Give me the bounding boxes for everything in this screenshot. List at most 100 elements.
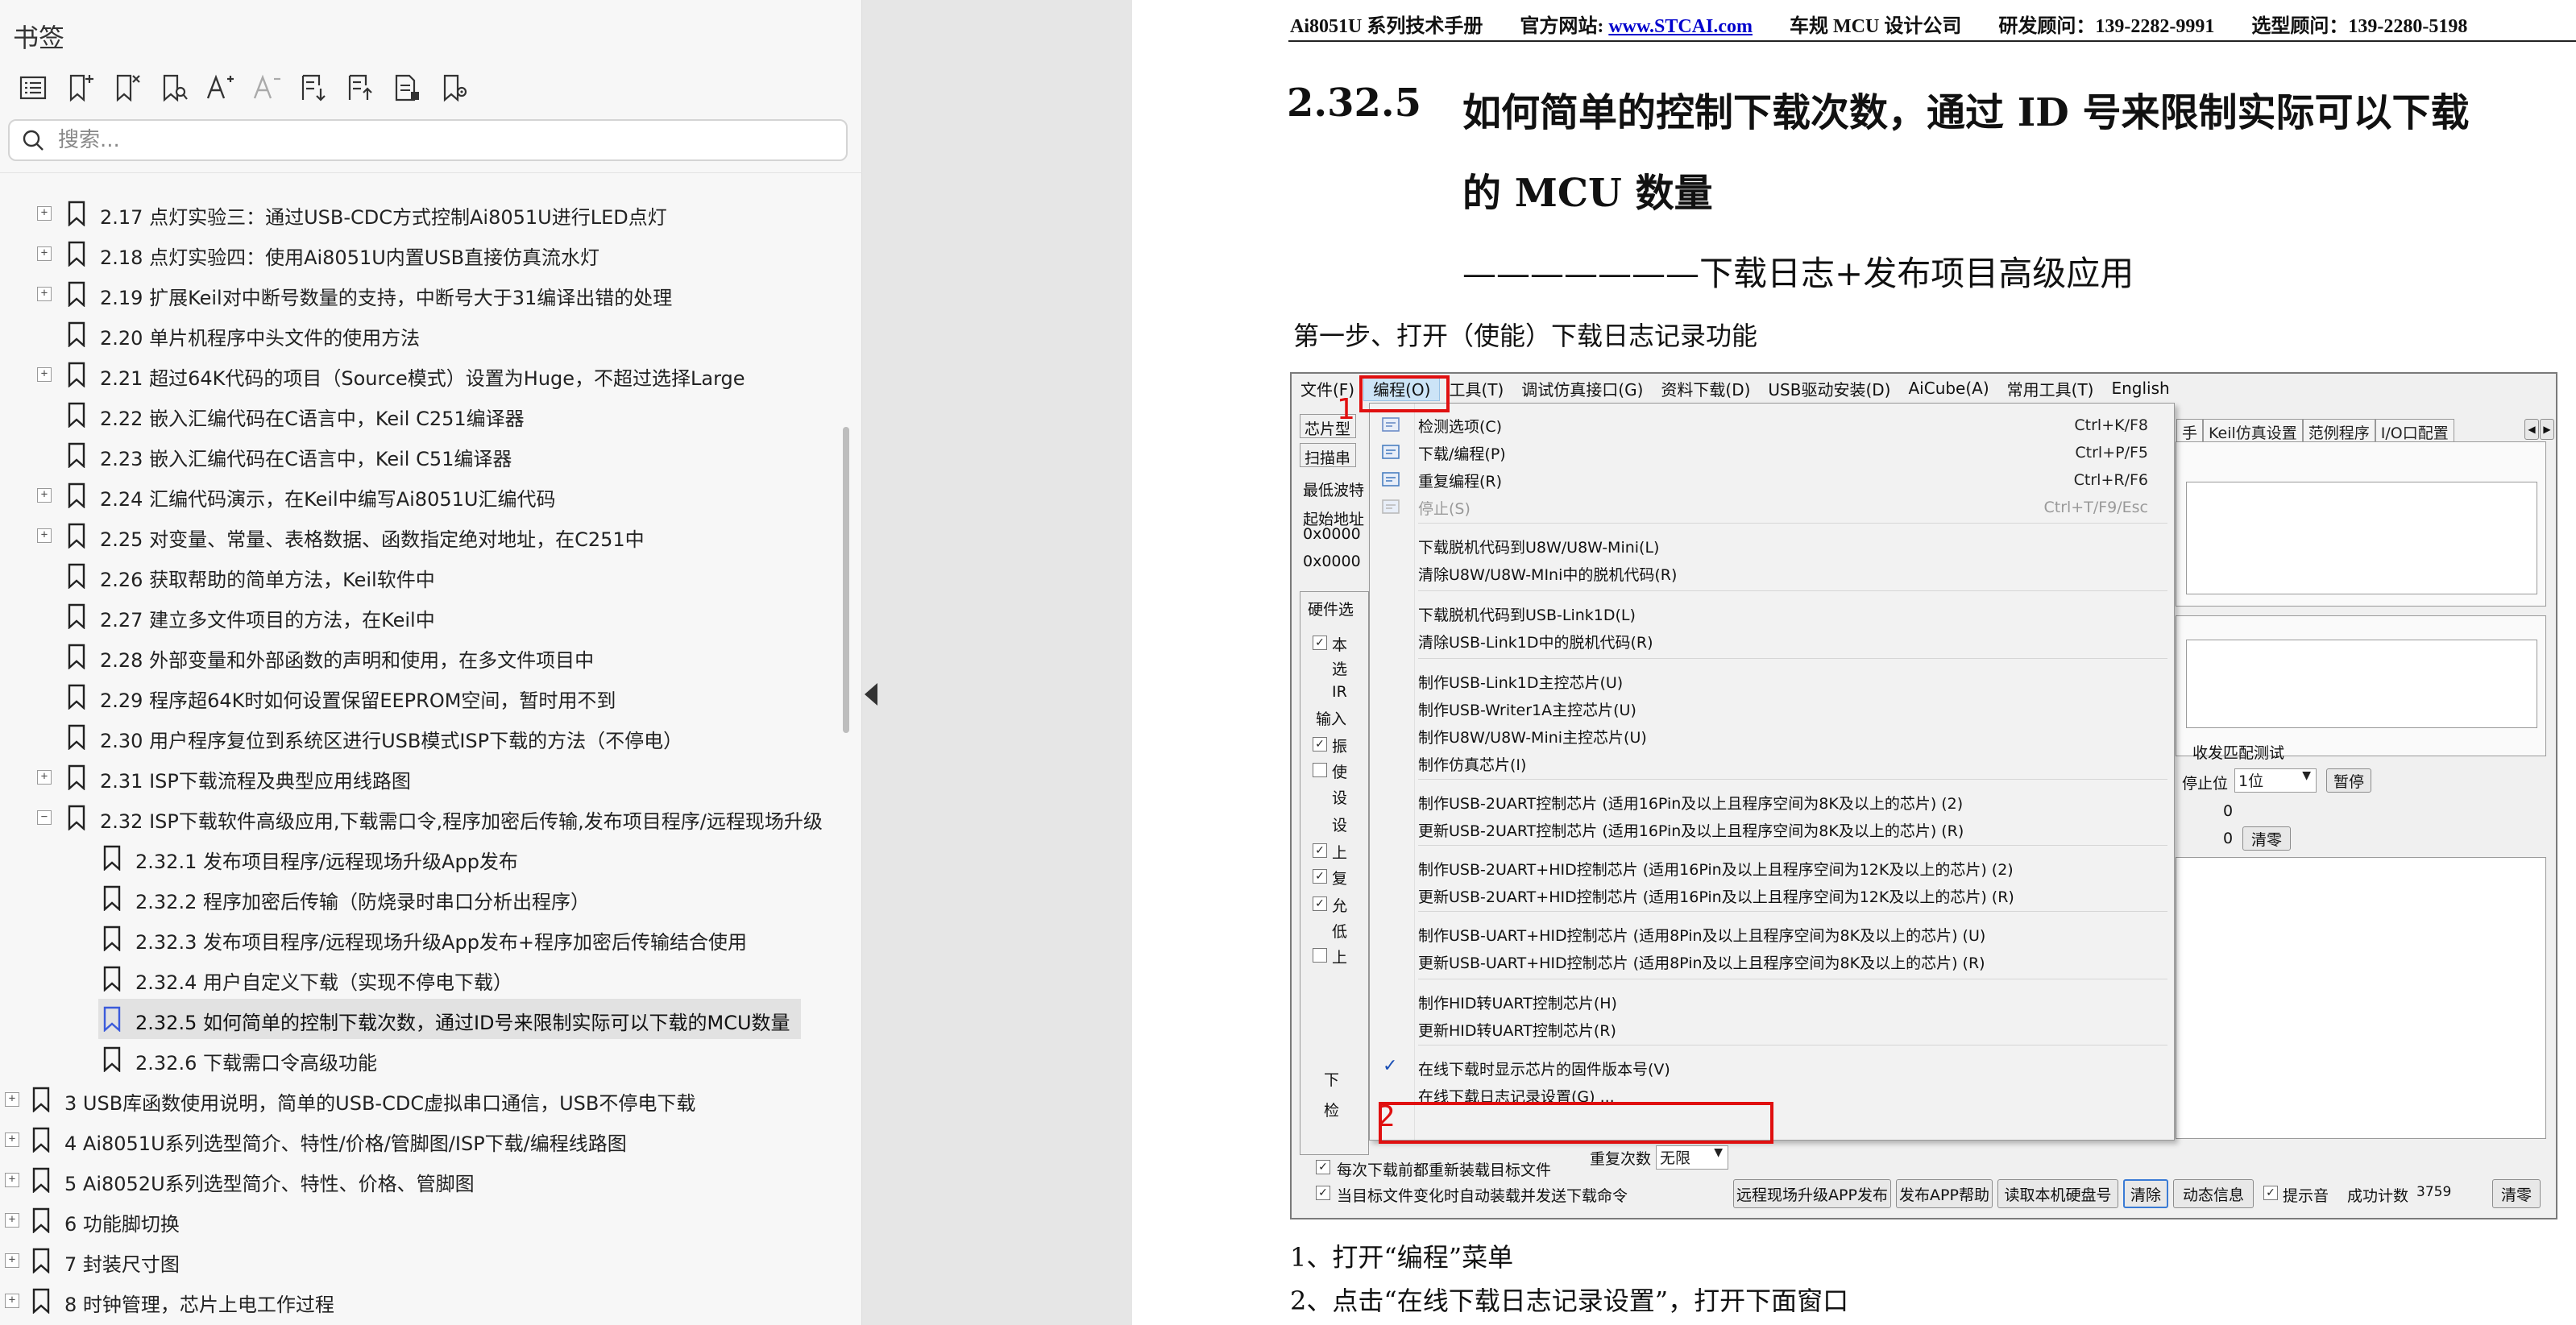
right-text-area-2[interactable] — [2186, 640, 2537, 728]
right-log-area[interactable] — [2176, 857, 2546, 1139]
menu-item[interactable]: 制作USB-Writer1A主控芯片(U) — [1418, 695, 2167, 723]
bookmark-item[interactable]: +2.25 对变量、常量、表格数据、函数指定绝对地址，在C251中 — [0, 516, 838, 556]
outline-list-icon[interactable] — [11, 68, 55, 108]
menubar-item[interactable]: 调试仿真接口(G) — [1512, 377, 1652, 400]
collapse-all-icon[interactable] — [338, 68, 382, 108]
expand-icon[interactable]: + — [37, 770, 52, 785]
sound-checkbox[interactable]: ✓ — [2263, 1186, 2278, 1200]
bookmark-item[interactable]: +7 封装尺寸图 — [0, 1240, 838, 1281]
bookmark-item[interactable]: − 2.32 ISP下载软件高级应用,下载需口令,程序加密后传输,发布项目程序/远… — [0, 797, 838, 838]
sidebar-scrollbar-thumb[interactable] — [843, 427, 849, 733]
menu-item[interactable]: 更新USB-2UART控制芯片 (适用16Pin及以上且程序空间为8K及以上的芯… — [1418, 816, 2167, 843]
bookmark-item[interactable]: 2.30 用户程序复位到系统区进行USB模式ISP下载的方法（不停电） — [0, 717, 838, 757]
bookmark-item[interactable]: +2.19 扩展Keil对中断号数量的支持，中断号大于31编译出错的处理 — [0, 274, 838, 314]
read-disk-id-button[interactable]: 读取本机硬盘号 — [1997, 1179, 2118, 1208]
tab-scroll-left-icon[interactable]: ◀ — [2524, 419, 2539, 440]
expand-icon[interactable]: + — [37, 246, 52, 261]
menu-item[interactable]: 下载/编程(P) Ctrl+P/F5 — [1418, 439, 2167, 466]
delete-bookmark-icon[interactable] — [105, 68, 148, 108]
expand-icon[interactable]: + — [5, 1213, 19, 1228]
option-checkbox[interactable] — [1313, 948, 1327, 963]
tab-scroll-right-icon[interactable]: ▶ — [2540, 419, 2554, 440]
expand-icon[interactable]: + — [5, 1253, 19, 1268]
menu-item[interactable]: 清除U8W/U8W-MIni中的脱机代码(R) — [1418, 560, 2167, 587]
expand-all-icon[interactable] — [292, 68, 335, 108]
expand-icon[interactable]: + — [37, 206, 52, 221]
menu-item[interactable]: 在线下载时显示芯片的固件版本号(V) — [1418, 1054, 2167, 1082]
repeat-count-select[interactable]: 无限 ▼ — [1656, 1145, 1728, 1170]
option-checkbox[interactable]: ✓ — [1313, 869, 1327, 884]
pause-button[interactable]: 暂停 — [2326, 768, 2371, 793]
menu-item[interactable]: 停止(S) Ctrl+T/F9/Esc — [1418, 494, 2167, 521]
menubar-item[interactable]: English — [2102, 379, 2178, 398]
bookmark-settings-icon[interactable] — [432, 68, 475, 108]
right-text-area[interactable] — [2186, 482, 2537, 594]
stop-bits-select[interactable]: 1位 ▼ — [2234, 768, 2317, 793]
bookmark-item[interactable]: +3 USB库函数使用说明，简单的USB-CDC虚拟串口通信，USB不停电下载 — [0, 1079, 838, 1120]
menubar-item[interactable]: 工具(T) — [1440, 377, 1512, 400]
bookmark-item[interactable]: 2.32.3 发布项目程序/远程现场升级App发布+程序加密后传输结合使用 — [0, 918, 838, 959]
bookmark-item[interactable]: +2.24 汇编代码演示，在Keil中编写Ai8051U汇编代码 — [0, 475, 838, 516]
expand-icon[interactable]: + — [5, 1132, 19, 1147]
bookmark-item[interactable]: 2.32.2 程序加密后传输（防烧录时串口分析出程序） — [0, 878, 838, 918]
bookmark-item[interactable]: 2.23 嵌入汇编代码在C语言中，Keil C51编译器 — [0, 435, 838, 475]
option-checkbox[interactable] — [1313, 763, 1327, 777]
reset-count-button[interactable]: 清零 — [2492, 1179, 2541, 1208]
add-bookmark-icon[interactable] — [58, 68, 102, 108]
reload-checkbox[interactable]: ✓ — [1316, 1160, 1330, 1174]
find-bookmark-icon[interactable] — [151, 68, 195, 108]
clear-counter-button[interactable]: 清零 — [2242, 826, 2291, 851]
clear-button[interactable]: 清除 — [2123, 1179, 2168, 1208]
bookmark-item[interactable]: +2.18 点灯实验四：使用Ai8051U内置USB直接仿真流水灯 — [0, 234, 838, 274]
menu-item[interactable]: 制作仿真芯片(I) — [1418, 750, 2167, 777]
bookmark-item[interactable]: 2.32.1 发布项目程序/远程现场升级App发布 — [0, 838, 838, 878]
option-checkbox[interactable]: ✓ — [1313, 896, 1327, 911]
menubar-item[interactable]: AiCube(A) — [1899, 379, 1997, 398]
collapse-icon[interactable]: − — [37, 810, 52, 825]
option-checkbox[interactable]: ✓ — [1313, 737, 1327, 752]
menu-item[interactable]: 更新USB-2UART+HID控制芯片 (适用16Pin及以上且程序空间为12K… — [1418, 882, 2167, 909]
menu-item[interactable]: 制作USB-UART+HID控制芯片 (适用8Pin及以上且程序空间为8K及以上… — [1418, 921, 2167, 948]
bookmark-properties-icon[interactable] — [385, 68, 429, 108]
expand-icon[interactable]: + — [5, 1092, 19, 1107]
option-checkbox[interactable]: ✓ — [1313, 843, 1327, 858]
bookmark-item[interactable]: +2.31 ISP下载流程及典型应用线路图 — [0, 757, 838, 797]
increase-font-icon[interactable] — [198, 68, 242, 108]
publish-app-help-button[interactable]: 发布APP帮助 — [1896, 1179, 1993, 1208]
decrease-font-icon[interactable] — [245, 68, 288, 108]
menu-item[interactable]: 下载脱机代码到U8W/U8W-Mini(L) — [1418, 532, 2167, 560]
menu-item[interactable]: 重复编程(R) Ctrl+R/F6 — [1418, 466, 2167, 494]
menubar-item[interactable]: 常用工具(T) — [1998, 377, 2103, 400]
expand-icon[interactable]: + — [37, 287, 52, 301]
menubar-item[interactable]: 资料下载(D) — [1652, 377, 1759, 400]
remote-upgrade-publish-button[interactable]: 远程现场升级APP发布 — [1733, 1179, 1891, 1208]
menu-item[interactable]: 制作U8W/U8W-Mini主控芯片(U) — [1418, 723, 2167, 750]
bookmark-item[interactable]: 2.28 外部变量和外部函数的声明和使用，在多文件项目中 — [0, 636, 838, 677]
option-checkbox[interactable]: ✓ — [1313, 636, 1327, 650]
bookmark-item[interactable]: +6 功能脚切换 — [0, 1200, 838, 1240]
bookmark-item[interactable]: 2.29 程序超64K时如何设置保留EEPROM空间，暂时用不到 — [0, 677, 838, 717]
expand-icon[interactable]: + — [5, 1173, 19, 1187]
bookmark-item[interactable]: 2.32.6 下载需口令高级功能 — [0, 1039, 838, 1079]
menu-item[interactable]: 更新USB-UART+HID控制芯片 (适用8Pin及以上且程序空间为8K及以上… — [1418, 948, 2167, 975]
menu-item[interactable]: 清除USB-Link1D中的脱机代码(R) — [1418, 627, 2167, 655]
bookmark-item[interactable]: 2.27 建立多文件项目的方法，在Keil中 — [0, 596, 838, 636]
bookmark-item[interactable]: 2.32.5 如何简单的控制下载次数，通过ID号来限制实际可以下载的MCU数量 — [98, 999, 801, 1039]
bookmark-item[interactable]: 2.22 嵌入汇编代码在C语言中，Keil C251编译器 — [0, 395, 838, 435]
expand-icon[interactable]: + — [37, 367, 52, 382]
bookmark-item[interactable]: +8 时钟管理，芯片上电工作过程 — [0, 1281, 838, 1321]
menu-item[interactable]: 检测选项(C) Ctrl+K/F8 — [1418, 412, 2167, 439]
bookmark-search-box[interactable] — [8, 119, 848, 161]
expand-icon[interactable]: + — [5, 1294, 19, 1308]
menubar-item[interactable]: USB驱动安装(D) — [1759, 377, 1899, 400]
bookmark-item[interactable]: +4 Ai8051U系列选型简介、特性/价格/管脚图/ISP下载/编程线路图 — [0, 1120, 838, 1160]
dynamic-info-button[interactable]: 动态信息 — [2173, 1179, 2254, 1208]
bookmark-item[interactable]: 2.20 单片机程序中头文件的使用方法 — [0, 314, 838, 354]
expand-icon[interactable]: + — [37, 488, 52, 503]
expand-icon[interactable]: + — [37, 528, 52, 543]
menu-item[interactable]: 更新HID转UART控制芯片(R) — [1418, 1016, 2167, 1043]
menu-item[interactable]: 制作USB-2UART+HID控制芯片 (适用16Pin及以上且程序空间为12K… — [1418, 855, 2167, 882]
bookmark-item[interactable]: +2.21 超过64K代码的项目（Source模式）设置为Huge，不超过选择L… — [0, 354, 838, 395]
menu-item[interactable]: 制作HID转UART控制芯片(H) — [1418, 988, 2167, 1016]
menu-item[interactable]: 制作USB-Link1D主控芯片(U) — [1418, 668, 2167, 695]
